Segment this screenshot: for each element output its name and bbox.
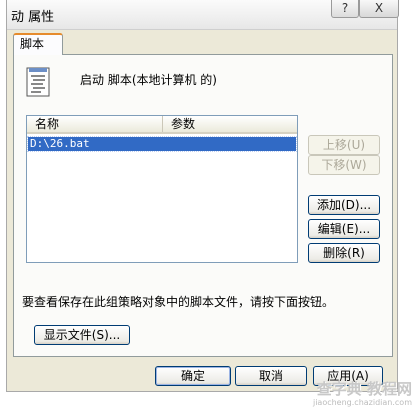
- edit-button[interactable]: 编辑(E)...: [308, 219, 380, 239]
- scripts-list[interactable]: 名称 参数 D:\26.bat: [26, 115, 298, 263]
- move-down-button[interactable]: 下移(W): [308, 155, 380, 175]
- move-up-button[interactable]: 上移(U): [308, 135, 380, 155]
- info-text: 要查看保存在此组策略对象中的脚本文件，请按下面按钮。: [22, 295, 335, 309]
- tab-panel: 启动 脚本(本地计算机 的) 名称 参数 D:\26.bat 上移(U) 下移(…: [13, 54, 393, 357]
- header-text: 启动 脚本(本地计算机 的): [80, 73, 217, 87]
- show-files-button[interactable]: 显示文件(S)...: [34, 325, 130, 345]
- ok-button[interactable]: 确定: [155, 366, 231, 386]
- close-button[interactable]: X: [359, 0, 399, 18]
- watermark-url: jiaocheng.chazidian.com: [312, 398, 412, 407]
- script-document-icon: [26, 67, 50, 97]
- cancel-button[interactable]: 取消: [235, 366, 307, 386]
- window-title: 动 属性: [11, 10, 55, 25]
- list-header: 名称 参数: [27, 116, 297, 134]
- properties-dialog: 动 属性 ? X 脚本 启动 脚本(本地计算机 的) 名称 参数 D:\26.b…: [6, 0, 399, 392]
- remove-button[interactable]: 删除(R): [308, 243, 380, 263]
- help-button[interactable]: ?: [331, 0, 359, 18]
- column-header-name[interactable]: 名称: [27, 116, 163, 132]
- apply-button[interactable]: 应用(A): [313, 366, 383, 386]
- list-item[interactable]: D:\26.bat: [27, 136, 297, 152]
- tab-scripts[interactable]: 脚本: [13, 33, 63, 55]
- title-bar[interactable]: 动 属性 ? X: [7, 0, 399, 30]
- column-header-params[interactable]: 参数: [163, 116, 297, 132]
- add-button[interactable]: 添加(D)...: [308, 195, 380, 215]
